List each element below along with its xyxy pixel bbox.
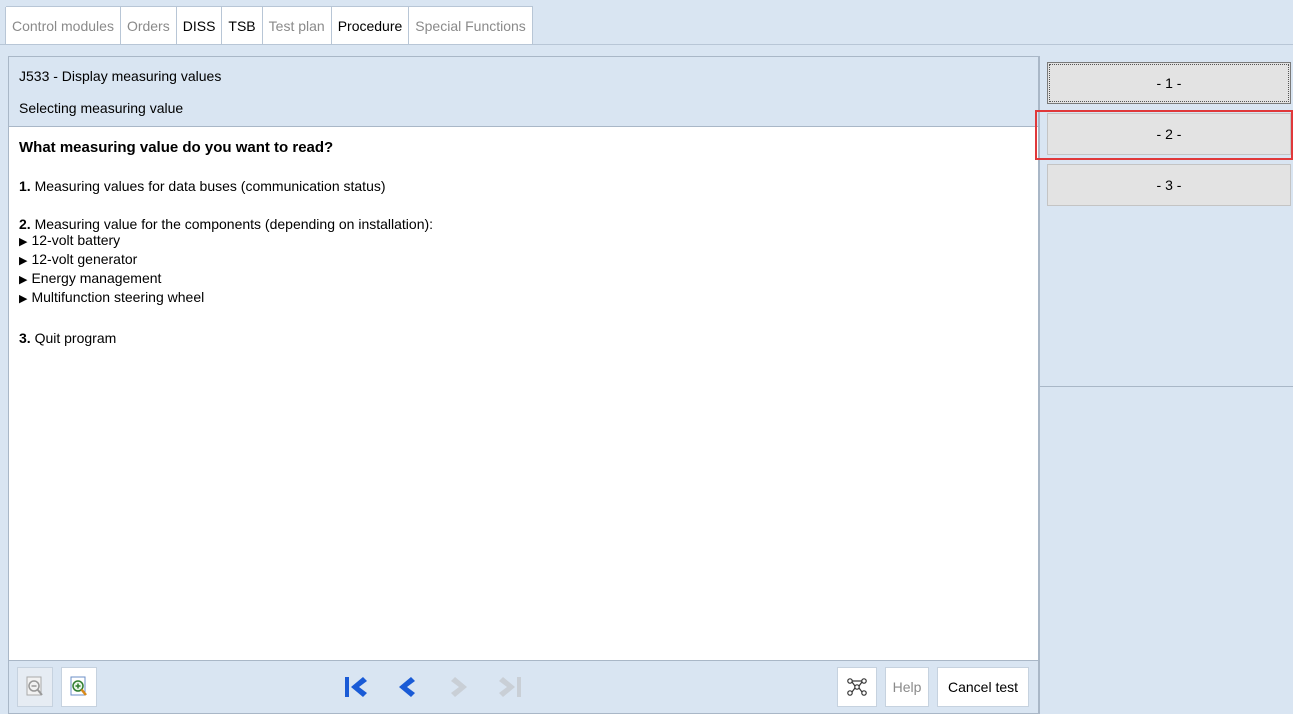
zoom-in-button[interactable]: [61, 667, 97, 707]
option-2: 2. Measuring value for the components (d…: [19, 216, 1028, 308]
procedure-footer: Help Cancel test: [9, 660, 1038, 713]
triangle-bullet-icon: ▶: [19, 255, 28, 267]
list-item: ▶ Multifunction steering wheel: [19, 289, 205, 305]
tab-orders[interactable]: Orders: [119, 7, 177, 45]
cancel-test-button[interactable]: Cancel test: [937, 667, 1029, 707]
procedure-title: J533 - Display measuring values: [19, 68, 222, 84]
triangle-bullet-icon: ▶: [19, 293, 28, 305]
procedure-subtitle: Selecting measuring value: [19, 100, 184, 116]
procedure-content: What measuring value do you want to read…: [9, 127, 1038, 358]
answer-button-1[interactable]: - 1 -: [1047, 62, 1291, 104]
zoom-out-icon: [26, 676, 43, 696]
answer-sidebar: - 1 - - 2 - - 3 -: [1039, 56, 1293, 714]
tab-procedure[interactable]: Procedure: [330, 7, 410, 45]
option-number: 2.: [19, 216, 31, 232]
option-3: 3. Quit program: [19, 330, 1028, 346]
triangle-bullet-icon: ▶: [19, 236, 28, 248]
tab-bar: Control modules Orders DISS TSB Test pla…: [5, 6, 533, 45]
last-step-button[interactable]: [491, 667, 531, 707]
option-text: Measuring value for the components (depe…: [30, 216, 434, 232]
help-button[interactable]: Help: [885, 667, 929, 707]
list-item: ▶ Energy management: [19, 270, 162, 286]
option-text: Quit program: [30, 330, 117, 346]
tab-control-modules[interactable]: Control modules: [5, 7, 121, 45]
option-1: 1. Measuring values for data buses (comm…: [19, 178, 1028, 194]
option-number: 1.: [19, 178, 31, 194]
list-item: ▶ 12-volt generator: [19, 251, 138, 267]
chevron-right-icon: [451, 677, 467, 697]
tab-special-functions[interactable]: Special Functions: [408, 7, 533, 45]
zoom-out-button[interactable]: [17, 667, 53, 707]
option-text: Measuring values for data buses (communi…: [30, 178, 386, 194]
zoom-in-icon: [70, 676, 87, 696]
procedure-panel: J533 - Display measuring values Selectin…: [8, 56, 1039, 714]
network-button[interactable]: [837, 667, 877, 707]
list-item: ▶ 12-volt battery: [19, 232, 121, 248]
chevron-left-icon: [399, 677, 415, 697]
triangle-bullet-icon: ▶: [19, 274, 28, 286]
first-step-icon: [345, 677, 367, 697]
sidebar-divider: [1040, 386, 1293, 387]
previous-step-button[interactable]: [387, 667, 427, 707]
option-number: 3.: [19, 330, 31, 346]
answer-button-2[interactable]: - 2 -: [1047, 113, 1291, 155]
tab-divider: [0, 44, 1293, 45]
procedure-header: J533 - Display measuring values Selectin…: [9, 57, 1038, 127]
tab-tsb[interactable]: TSB: [221, 7, 263, 45]
question-text: What measuring value do you want to read…: [19, 139, 334, 156]
tab-test-plan[interactable]: Test plan: [261, 7, 332, 45]
next-step-button[interactable]: [439, 667, 479, 707]
answer-button-3[interactable]: - 3 -: [1047, 164, 1291, 206]
network-icon: [847, 678, 867, 696]
first-step-button[interactable]: [335, 667, 375, 707]
tab-diss[interactable]: DISS: [175, 7, 223, 45]
last-step-icon: [499, 677, 521, 697]
